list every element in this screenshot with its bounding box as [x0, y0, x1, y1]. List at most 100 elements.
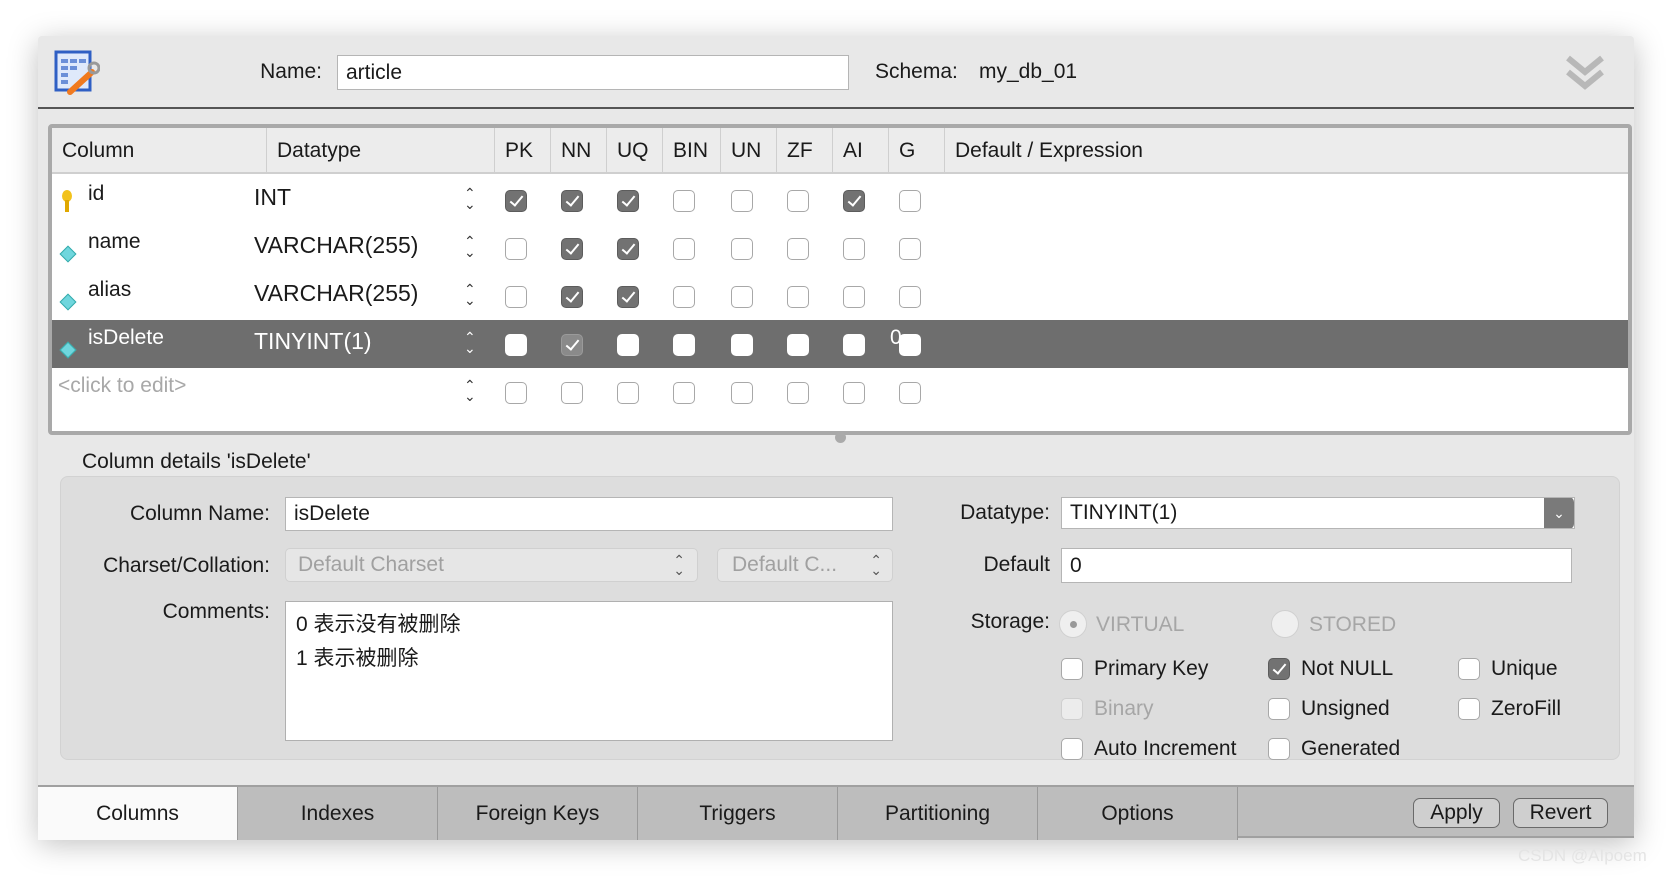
flag-checkbox-uq[interactable]	[617, 334, 639, 356]
column-header[interactable]: Column	[52, 128, 134, 174]
flag-checkbox-bin[interactable]	[673, 238, 695, 260]
flag-checkbox-ai[interactable]	[843, 238, 865, 260]
table-name-input[interactable]: article	[337, 55, 849, 90]
column-header[interactable]: AI	[832, 128, 863, 174]
tab-triggers[interactable]: Triggers	[638, 787, 838, 840]
datatype-combobox[interactable]: TINYINT(1) ⌄	[1061, 497, 1575, 529]
flag-checkbox-ai[interactable]	[843, 382, 865, 404]
table-row[interactable]: alias VARCHAR(255) ⌃ ⌄	[52, 272, 1628, 320]
flag-checkbox-pk[interactable]	[505, 286, 527, 308]
flag-checkbox-uq[interactable]	[617, 382, 639, 404]
flag-checkbox-zf[interactable]	[787, 190, 809, 212]
table-row[interactable]: isDelete TINYINT(1) 0 ⌃ ⌄	[52, 320, 1628, 368]
double-chevron-down-icon[interactable]	[1564, 52, 1606, 100]
flag-checkbox-ai[interactable]	[843, 286, 865, 308]
flag-checkbox-un[interactable]	[731, 382, 753, 404]
column-header[interactable]: G	[888, 128, 915, 174]
datatype-cell[interactable]: INT	[254, 184, 430, 211]
column-header[interactable]: UN	[720, 128, 761, 174]
charset-select[interactable]: Default Charset ⌃ ⌄	[285, 548, 698, 582]
flag-checkbox-g[interactable]	[899, 382, 921, 404]
flag-checkbox-zf[interactable]	[787, 382, 809, 404]
tab-options[interactable]: Options	[1038, 787, 1238, 840]
auto-increment-checkbox[interactable]	[1061, 738, 1083, 760]
tab-columns[interactable]: Columns	[38, 787, 238, 840]
column-header[interactable]: BIN	[662, 128, 708, 174]
radio-stored[interactable]	[1271, 610, 1299, 638]
column-header[interactable]: PK	[494, 128, 533, 174]
datatype-cell[interactable]: VARCHAR(255)	[254, 280, 430, 307]
new-row-placeholder[interactable]: <click to edit> ⌃ ⌄	[52, 368, 1628, 416]
radio-virtual[interactable]	[1059, 610, 1087, 638]
flag-checkbox-un[interactable]	[731, 238, 753, 260]
flag-checkbox-zf[interactable]	[787, 334, 809, 356]
flag-checkbox-nn[interactable]	[561, 190, 583, 212]
flag-checkbox-g[interactable]	[899, 238, 921, 260]
columns-grid: Column Datatype PK NN UQ BIN UN ZF AI G Default / …	[48, 124, 1632, 435]
datatype-cell[interactable]: VARCHAR(255)	[254, 232, 430, 259]
flag-checkbox-pk[interactable]	[505, 334, 527, 356]
updown-icon[interactable]: ⌃ ⌄	[464, 186, 476, 211]
apply-button[interactable]: Apply	[1413, 798, 1500, 828]
flag-checkbox-g[interactable]	[899, 334, 921, 356]
flag-checkbox-un[interactable]	[731, 190, 753, 212]
flag-checkbox-nn[interactable]	[561, 286, 583, 308]
column-header[interactable]: UQ	[606, 128, 649, 174]
chevron-down-icon[interactable]: ⌄	[1544, 498, 1574, 528]
column-header[interactable]: NN	[550, 128, 591, 174]
tab-foreign-keys[interactable]: Foreign Keys	[438, 787, 638, 840]
flag-checkbox-un[interactable]	[731, 334, 753, 356]
updown-icon[interactable]: ⌃ ⌄	[464, 378, 476, 403]
datatype-cell[interactable]: TINYINT(1)	[254, 328, 430, 355]
unsigned-checkbox[interactable]	[1268, 698, 1290, 720]
flag-checkbox-uq[interactable]	[617, 190, 639, 212]
flag-checkbox-g[interactable]	[899, 286, 921, 308]
flag-checkbox-bin[interactable]	[673, 286, 695, 308]
default-input[interactable]: 0	[1061, 548, 1572, 583]
column-name-cell[interactable]: id	[88, 182, 104, 206]
unique-checkbox[interactable]	[1458, 658, 1480, 680]
flag-checkbox-nn[interactable]	[561, 382, 583, 404]
flag-checkbox-nn[interactable]	[561, 238, 583, 260]
updown-icon[interactable]: ⌃ ⌄	[464, 330, 476, 355]
flag-checkbox-zf[interactable]	[787, 238, 809, 260]
column-header[interactable]: Default / Expression	[944, 128, 1143, 174]
updown-icon[interactable]: ⌃ ⌄	[464, 234, 476, 259]
comments-textarea[interactable]: 0 表示没有被删除 1 表示被删除	[285, 601, 893, 741]
diamond-icon	[59, 293, 77, 311]
table-row[interactable]: id INT ⌃ ⌄	[52, 176, 1628, 224]
column-header[interactable]: Datatype	[266, 128, 361, 174]
flag-checkbox-pk[interactable]	[505, 190, 527, 212]
primary-key-checkbox[interactable]	[1061, 658, 1083, 680]
not-null-checkbox[interactable]	[1268, 658, 1290, 680]
flag-checkbox-uq[interactable]	[617, 238, 639, 260]
zerofill-checkbox[interactable]	[1458, 698, 1480, 720]
flag-checkbox-ai[interactable]	[843, 190, 865, 212]
flag-checkbox-pk[interactable]	[505, 382, 527, 404]
flag-checkbox-un[interactable]	[731, 286, 753, 308]
flag-checkbox-ai[interactable]	[843, 334, 865, 356]
flag-checkbox-g[interactable]	[899, 190, 921, 212]
flag-checkbox-zf[interactable]	[787, 286, 809, 308]
flag-checkbox-bin[interactable]	[673, 190, 695, 212]
flag-checkbox-pk[interactable]	[505, 238, 527, 260]
flag-checkbox-bin[interactable]	[673, 334, 695, 356]
splitter-handle[interactable]	[835, 432, 846, 443]
column-name-cell[interactable]: isDelete	[88, 326, 164, 350]
column-header[interactable]: ZF	[776, 128, 813, 174]
column-name-input[interactable]: isDelete	[285, 497, 893, 531]
collation-select[interactable]: Default C... ⌃ ⌄	[717, 548, 893, 582]
tab-indexes[interactable]: Indexes	[238, 787, 438, 840]
flag-checkbox-bin[interactable]	[673, 382, 695, 404]
flag-checkbox-uq[interactable]	[617, 286, 639, 308]
table-row[interactable]: name VARCHAR(255) ⌃ ⌄	[52, 224, 1628, 272]
column-name-cell[interactable]: name	[88, 230, 141, 254]
generated-checkbox[interactable]	[1268, 738, 1290, 760]
tab-partitioning[interactable]: Partitioning	[838, 787, 1038, 840]
flag-checkbox-nn[interactable]	[561, 334, 583, 356]
revert-button[interactable]: Revert	[1513, 798, 1608, 828]
updown-icon[interactable]: ⌃ ⌄	[464, 282, 476, 307]
column-name-cell[interactable]: alias	[88, 278, 131, 302]
binary-checkbox[interactable]	[1061, 698, 1083, 720]
click-to-edit-placeholder[interactable]: <click to edit>	[58, 374, 186, 398]
